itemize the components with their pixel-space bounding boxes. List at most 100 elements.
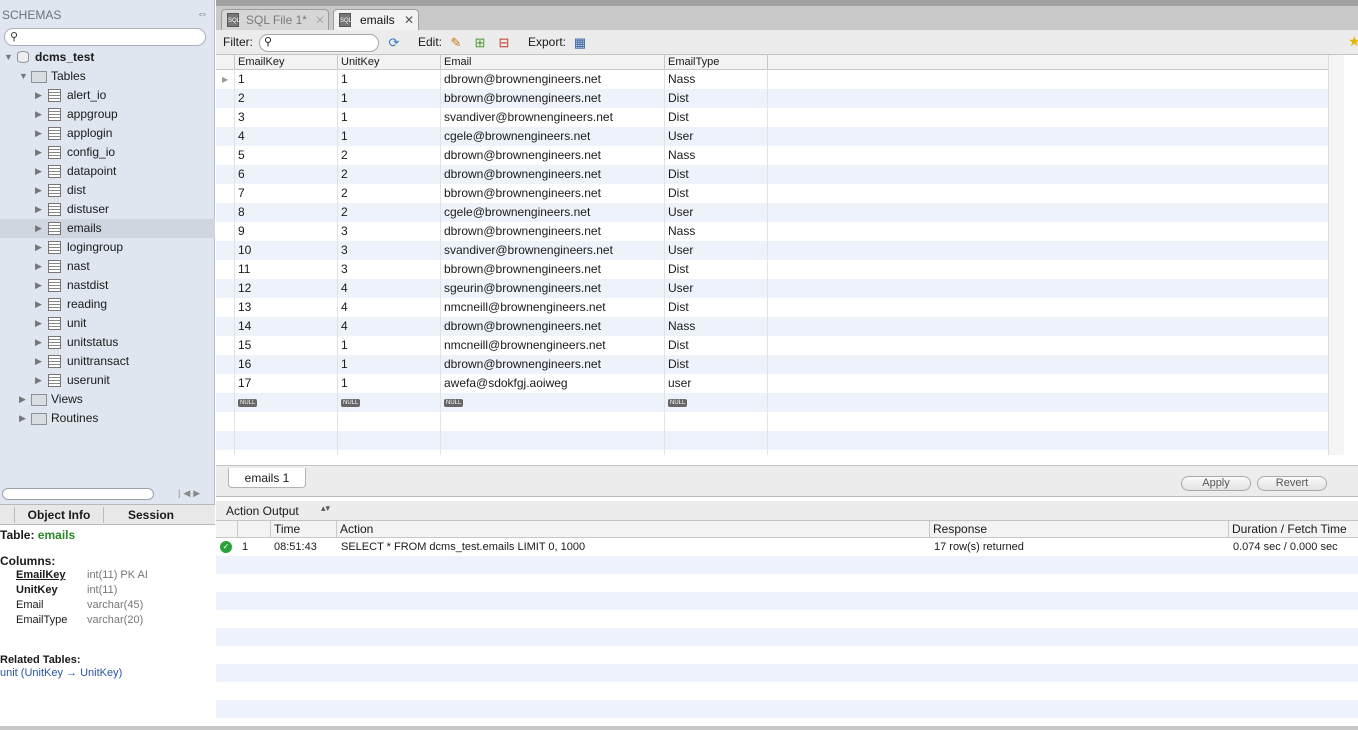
table-row[interactable]: 9 3 dbrown@brownengineers.net Nass	[216, 222, 1328, 241]
close-icon[interactable]: ✕	[315, 10, 325, 30]
table-cell[interactable]: 12	[235, 279, 338, 298]
table-cell[interactable]: 4	[338, 298, 441, 317]
table-cell[interactable]: 1	[338, 70, 441, 89]
table-row[interactable]: 14 4 dbrown@brownengineers.net Nass	[216, 317, 1328, 336]
table-cell[interactable]: nmcneill@brownengineers.net	[441, 298, 665, 317]
table-cell[interactable]: 4	[338, 317, 441, 336]
table-cell[interactable]	[441, 431, 665, 450]
table-cell[interactable]	[235, 450, 338, 455]
table-cell[interactable]: Dist	[665, 165, 768, 184]
table-cell[interactable]: 2	[338, 203, 441, 222]
table-row[interactable]: 12 4 sgeurin@brownengineers.net User	[216, 279, 1328, 298]
table-cell[interactable]: 2	[338, 165, 441, 184]
table-row[interactable]: 17 1 awefa@sdokfgj.aoiweg user	[216, 374, 1328, 393]
row-header[interactable]	[216, 355, 235, 374]
sidebar-item-config-io[interactable]: ▶ config_io	[0, 143, 215, 162]
disclosure-closed-icon[interactable]: ▶	[35, 124, 42, 143]
col-header-action[interactable]: Action	[337, 521, 930, 538]
refresh-icon[interactable]: ⟳	[385, 34, 403, 51]
disclosure-closed-icon[interactable]: ▶	[35, 276, 42, 295]
revert-button[interactable]: Revert	[1257, 476, 1327, 491]
disclosure-closed-icon[interactable]: ▶	[35, 200, 42, 219]
table-row[interactable]: 7 2 bbrown@brownengineers.net Dist	[216, 184, 1328, 203]
table-cell[interactable]: 5	[235, 146, 338, 165]
col-header-duration[interactable]: Duration / Fetch Time	[1229, 521, 1358, 538]
table-cell[interactable]	[235, 412, 338, 431]
sidebar-item-appgroup[interactable]: ▶ appgroup	[0, 105, 215, 124]
row-header[interactable]	[216, 412, 235, 431]
table-cell[interactable]: User	[665, 127, 768, 146]
close-icon[interactable]: ✕	[404, 10, 414, 30]
schema-dcms-test[interactable]: ▼ dcms_test	[0, 48, 215, 67]
table-cell[interactable]: 11	[235, 260, 338, 279]
disclosure-closed-icon[interactable]: ▶	[35, 333, 42, 352]
table-cell[interactable]: NULL	[665, 393, 768, 412]
schema-search-input[interactable]: ⚲	[4, 28, 206, 46]
table-row[interactable]: 13 4 nmcneill@brownengineers.net Dist	[216, 298, 1328, 317]
row-header[interactable]	[216, 184, 235, 203]
output-row[interactable]	[216, 556, 1358, 574]
table-cell[interactable]: Nass	[665, 146, 768, 165]
row-header[interactable]	[216, 374, 235, 393]
table-cell[interactable]: Nass	[665, 222, 768, 241]
output-row[interactable]	[216, 664, 1358, 682]
row-header[interactable]	[216, 108, 235, 127]
sidebar-item-datapoint[interactable]: ▶ datapoint	[0, 162, 215, 181]
output-row[interactable]	[216, 646, 1358, 664]
table-row[interactable]: 4 1 cgele@brownengineers.net User	[216, 127, 1328, 146]
table-cell[interactable]: NULL	[235, 393, 338, 412]
output-row[interactable]	[216, 700, 1358, 718]
disclosure-closed-icon[interactable]: ▶	[35, 314, 42, 333]
sidebar-item-dist[interactable]: ▶ dist	[0, 181, 215, 200]
table-cell[interactable]: Dist	[665, 108, 768, 127]
table-row[interactable]	[216, 412, 1328, 431]
table-cell[interactable]: User	[665, 279, 768, 298]
table-cell[interactable]: svandiver@brownengineers.net	[441, 241, 665, 260]
disclosure-open-icon[interactable]: ▼	[19, 67, 28, 86]
tables-folder[interactable]: ▼ Tables	[0, 67, 215, 86]
table-cell[interactable]: Dist	[665, 336, 768, 355]
row-header[interactable]	[216, 450, 235, 455]
table-row[interactable]: 16 1 dbrown@brownengineers.net Dist	[216, 355, 1328, 374]
scroll-arrows-icon[interactable]: |◀▶	[178, 488, 203, 499]
table-cell[interactable]: 16	[235, 355, 338, 374]
table-cell[interactable]: 14	[235, 317, 338, 336]
disclosure-closed-icon[interactable]: ▶	[35, 295, 42, 314]
output-selector[interactable]: Action Output	[226, 504, 299, 518]
table-cell[interactable]: 15	[235, 336, 338, 355]
views-folder[interactable]: ▶ Views	[0, 390, 215, 409]
disclosure-closed-icon[interactable]: ▶	[35, 105, 42, 124]
table-cell[interactable]: cgele@brownengineers.net	[441, 203, 665, 222]
table-cell[interactable]: 4	[235, 127, 338, 146]
col-header-email[interactable]: Email	[441, 55, 665, 70]
sidebar-item-applogin[interactable]: ▶ applogin	[0, 124, 215, 143]
sidebar-hscrollbar[interactable]	[2, 488, 154, 500]
table-cell[interactable]	[441, 450, 665, 455]
table-cell[interactable]: NULL	[338, 393, 441, 412]
table-cell[interactable]	[338, 450, 441, 455]
delete-row-icon[interactable]: ⊟	[495, 34, 513, 51]
sidebar-item-emails[interactable]: ▶ emails	[0, 219, 215, 238]
row-header[interactable]	[216, 146, 235, 165]
table-cell[interactable]	[665, 450, 768, 455]
table-cell[interactable]: 2	[338, 146, 441, 165]
row-header[interactable]	[216, 241, 235, 260]
output-row[interactable]	[216, 592, 1358, 610]
disclosure-open-icon[interactable]: ▼	[4, 48, 13, 67]
table-cell[interactable]: 2	[235, 89, 338, 108]
table-cell[interactable]: 3	[338, 222, 441, 241]
tab-object-info[interactable]: Object Info	[14, 507, 104, 523]
collapse-icon[interactable]: ⇔	[197, 8, 208, 20]
result-grid[interactable]: EmailKey UnitKey Email EmailType ▶ 1 1 dbro…	[216, 55, 1344, 455]
row-header[interactable]	[216, 260, 235, 279]
row-header[interactable]	[216, 298, 235, 317]
table-row[interactable]: 5 2 dbrown@brownengineers.net Nass	[216, 146, 1328, 165]
table-cell[interactable]: 4	[338, 279, 441, 298]
routines-folder[interactable]: ▶ Routines	[0, 409, 215, 428]
disclosure-closed-icon[interactable]: ▶	[35, 86, 42, 105]
table-cell[interactable]: 1	[338, 355, 441, 374]
disclosure-closed-icon[interactable]: ▶	[35, 143, 42, 162]
grid-vscrollbar[interactable]	[1328, 55, 1344, 455]
col-header-time[interactable]: Time	[271, 521, 337, 538]
table-cell[interactable]	[441, 412, 665, 431]
